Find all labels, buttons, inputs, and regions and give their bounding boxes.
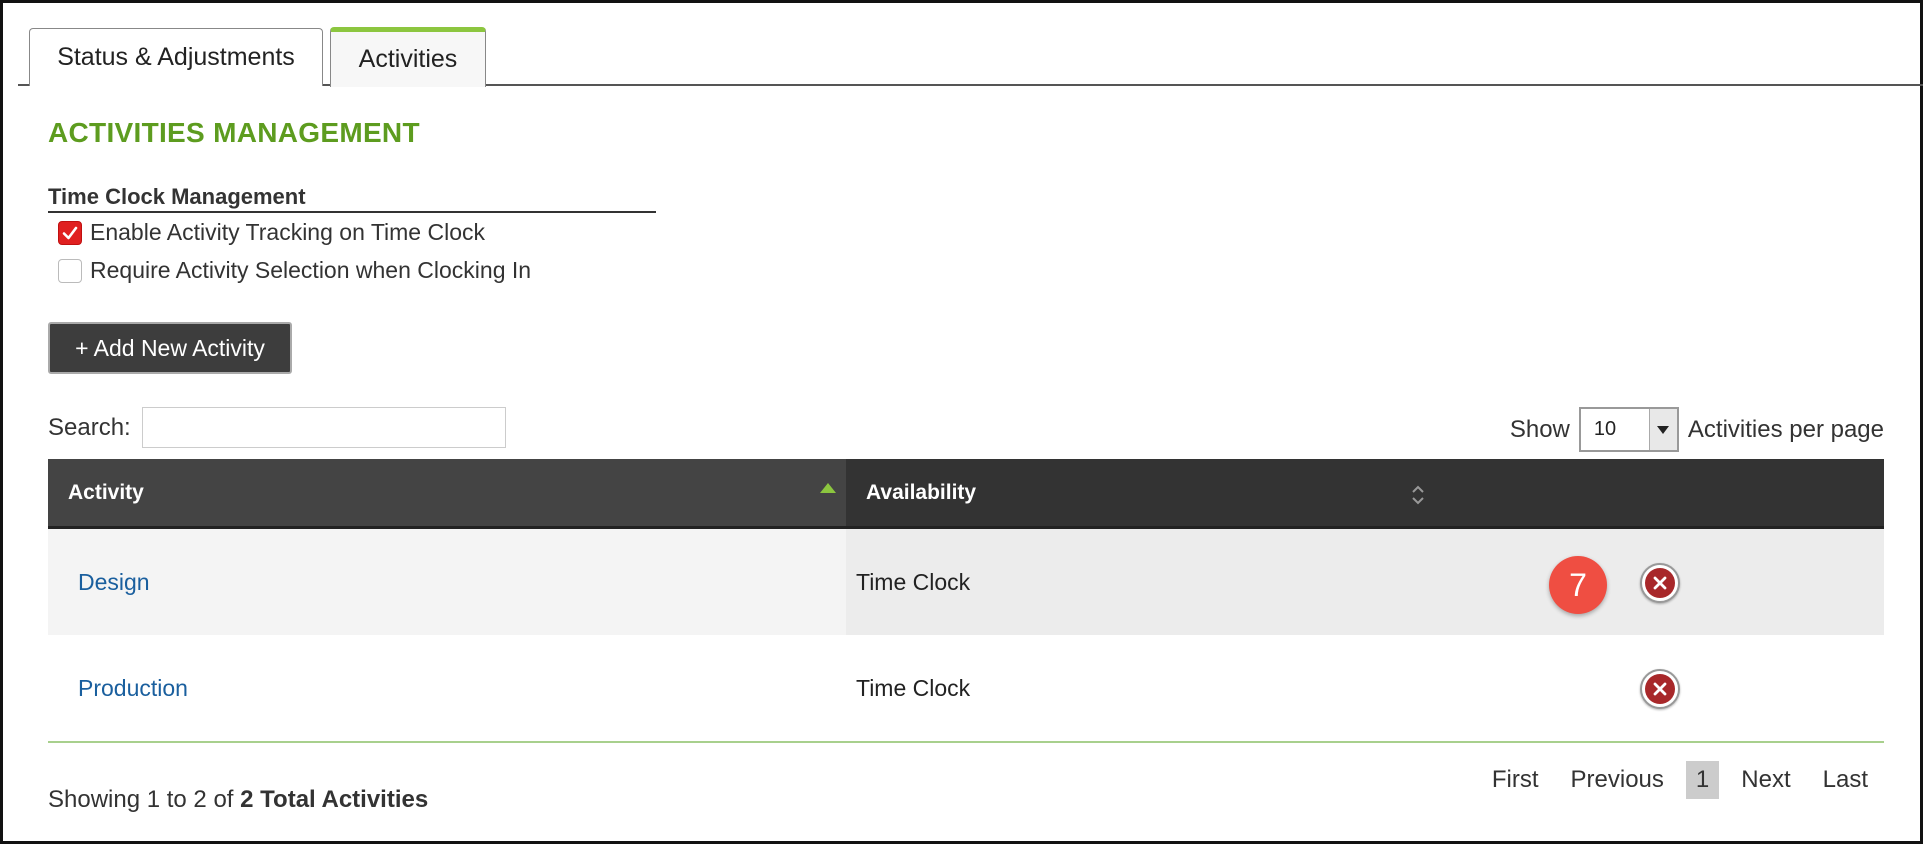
require-selection-option: Require Activity Selection when Clocking… bbox=[58, 257, 531, 284]
search-input[interactable] bbox=[142, 407, 506, 448]
table-row: Production Time Clock bbox=[48, 635, 1884, 741]
table-row: Design Time Clock bbox=[48, 529, 1884, 635]
delete-button[interactable] bbox=[1640, 563, 1680, 603]
checkmark-icon bbox=[62, 226, 78, 239]
page-title: ACTIVITIES MANAGEMENT bbox=[48, 117, 420, 148]
require-selection-label: Require Activity Selection when Clocking… bbox=[90, 257, 532, 283]
per-page-control: Show 10 Activities per page bbox=[1510, 407, 1884, 452]
per-page-value: 10 bbox=[1593, 418, 1617, 440]
column-header-availability-label: Availability bbox=[866, 480, 977, 504]
per-page-prefix: Show bbox=[1509, 415, 1570, 443]
add-new-activity-button[interactable]: + Add New Activity bbox=[48, 322, 292, 374]
table-info-prefix: Showing 1 to 2 of bbox=[48, 786, 241, 813]
enable-tracking-option: Enable Activity Tracking on Time Clock bbox=[58, 219, 485, 246]
step-badge: 7 bbox=[1549, 556, 1607, 614]
table-info: Showing 1 to 2 of 2 Total Activities bbox=[48, 786, 428, 814]
column-header-activity-label: Activity bbox=[68, 480, 144, 504]
require-selection-checkbox[interactable] bbox=[58, 258, 82, 283]
tab-activities[interactable]: Activities bbox=[330, 27, 486, 87]
column-header-availability[interactable]: Availability bbox=[846, 459, 1426, 526]
column-header-activity[interactable]: Activity bbox=[48, 459, 846, 526]
enable-tracking-label: Enable Activity Tracking on Time Clock bbox=[90, 219, 485, 245]
close-icon bbox=[1645, 568, 1675, 598]
tab-status-adjustments[interactable]: Status & Adjustments bbox=[29, 28, 323, 86]
pagination: First Previous 1 Next Last bbox=[1476, 761, 1884, 799]
delete-button[interactable] bbox=[1640, 669, 1680, 709]
page-first[interactable]: First bbox=[1476, 761, 1555, 799]
sort-unsorted-icon bbox=[1412, 485, 1424, 505]
time-clock-heading: Time Clock Management bbox=[48, 184, 656, 213]
enable-tracking-checkbox[interactable] bbox=[58, 220, 82, 245]
availability-cell: Time Clock bbox=[856, 674, 971, 701]
page-next[interactable]: Next bbox=[1725, 761, 1806, 799]
table-info-total: 2 Total Activities bbox=[240, 786, 429, 813]
table-divider bbox=[48, 741, 1884, 743]
page-last[interactable]: Last bbox=[1807, 761, 1884, 799]
availability-cell: Time Clock bbox=[856, 568, 971, 595]
per-page-suffix: Activities per page bbox=[1687, 415, 1884, 443]
chevron-down-icon[interactable] bbox=[1648, 409, 1677, 450]
search-label: Search: bbox=[48, 414, 131, 441]
close-icon bbox=[1645, 674, 1675, 704]
activity-link[interactable]: Design bbox=[78, 529, 150, 635]
tab-bar: Status & Adjustments Activities bbox=[18, 24, 1923, 87]
activity-link[interactable]: Production bbox=[78, 635, 188, 741]
table-header: Activity Availability bbox=[48, 459, 1884, 529]
page-current[interactable]: 1 bbox=[1685, 761, 1720, 799]
sort-ascending-icon bbox=[820, 483, 836, 493]
per-page-select[interactable]: 10 bbox=[1578, 407, 1679, 452]
activities-table: Activity Availability Design Time Clock … bbox=[48, 459, 1884, 741]
page-previous[interactable]: Previous bbox=[1555, 761, 1680, 799]
